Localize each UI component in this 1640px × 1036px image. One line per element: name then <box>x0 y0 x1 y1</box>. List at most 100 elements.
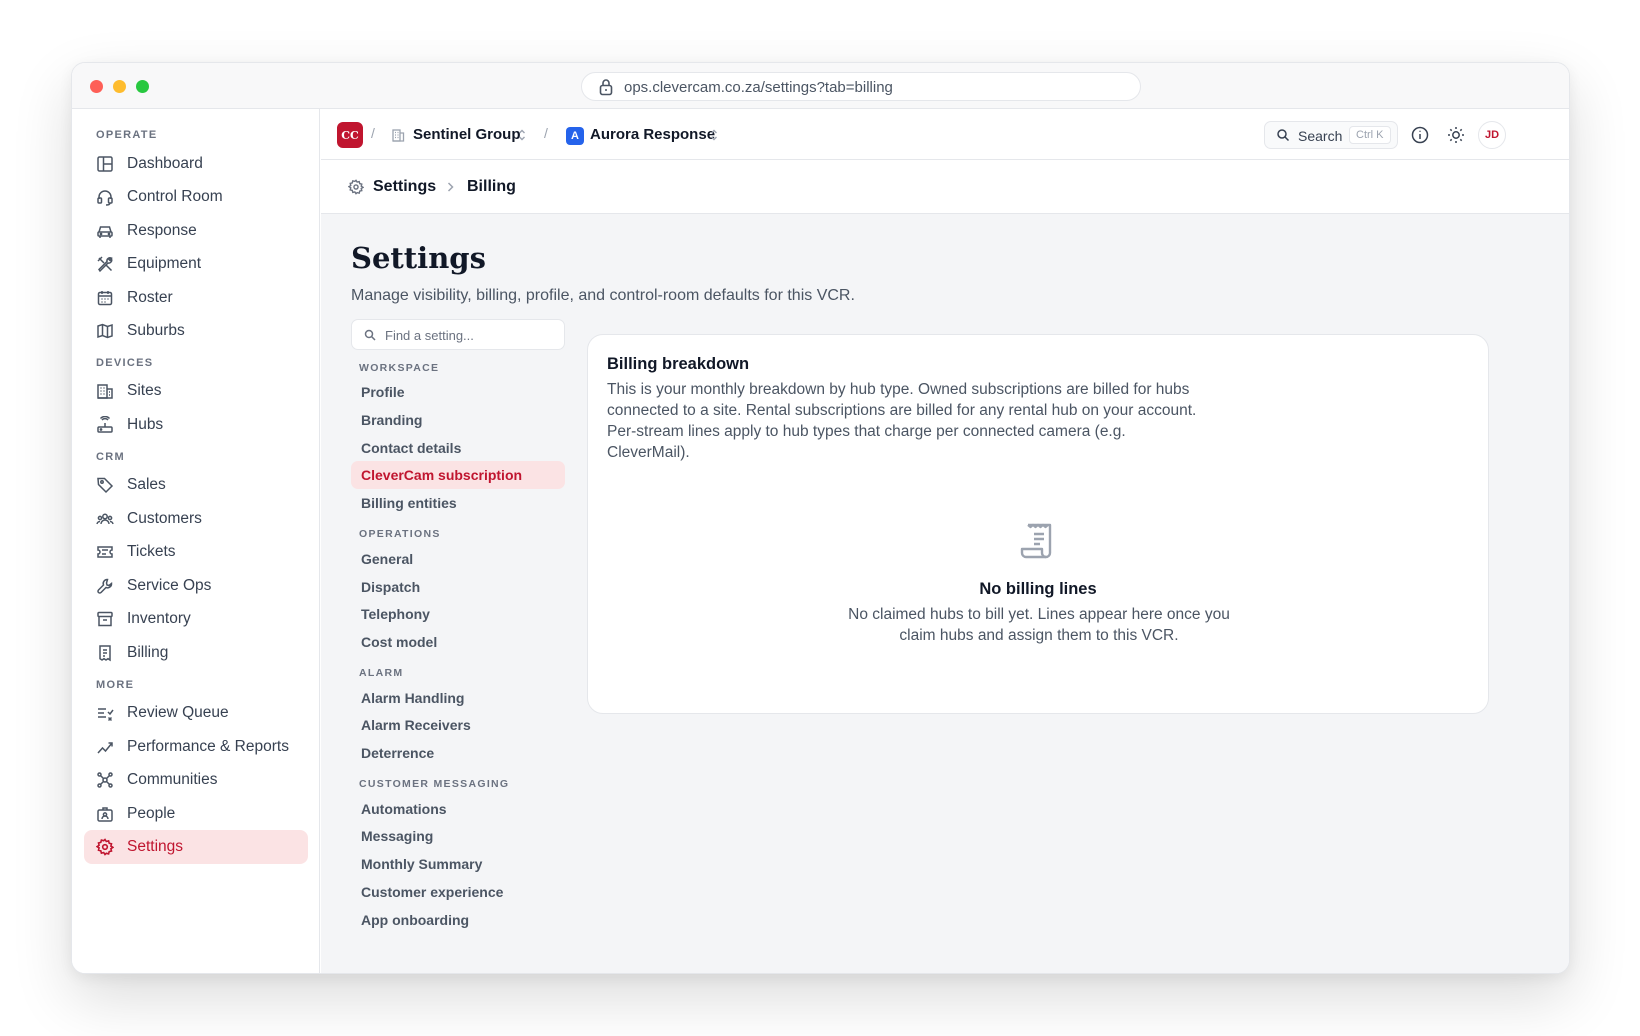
sidebar-item-equipment[interactable]: Equipment <box>84 247 308 281</box>
sidebar-item-sales[interactable]: Sales <box>84 468 308 502</box>
settings-item-branding[interactable]: Branding <box>351 406 565 434</box>
settings-item-messaging[interactable]: Messaging <box>351 822 565 850</box>
browser-window: ops.clevercam.co.za/settings?tab=billing… <box>71 62 1570 974</box>
main-content: CC / Sentinel Group / A Aurora Response … <box>321 109 1569 973</box>
settings-item-label: Billing entities <box>361 495 457 511</box>
breadcrumb-settings-link[interactable]: Settings <box>373 178 436 196</box>
sidebar-item-label: Inventory <box>127 610 191 627</box>
sidebar-item-response[interactable]: Response <box>84 214 308 248</box>
address-bar[interactable]: ops.clevercam.co.za/settings?tab=billing <box>581 72 1141 101</box>
sidebar-item-tickets[interactable]: Tickets <box>84 535 308 569</box>
settings-section-title: CUSTOMER MESSAGING <box>359 778 510 790</box>
user-avatar[interactable]: JD <box>1478 121 1506 149</box>
sidebar-item-review-queue[interactable]: Review Queue <box>84 696 308 730</box>
settings-item-billing-entities[interactable]: Billing entities <box>351 489 565 517</box>
receipt-icon <box>1020 523 1052 559</box>
ticket-icon <box>97 546 113 558</box>
sidebar-item-label: People <box>127 805 176 822</box>
sidebar-item-people[interactable]: People <box>84 797 308 831</box>
sidebar-item-customers[interactable]: Customers <box>84 502 308 536</box>
chevron-up-down-icon <box>519 129 525 141</box>
sidebar-item-label: Hubs <box>127 416 164 433</box>
settings-item-label: Profile <box>361 384 405 400</box>
sidebar-item-label: Service Ops <box>127 577 212 594</box>
lock-icon <box>599 79 613 96</box>
settings-item-alarm-receivers[interactable]: Alarm Receivers <box>351 711 565 739</box>
breadcrumb-separator: / <box>371 125 375 141</box>
settings-item-telephony[interactable]: Telephony <box>351 600 565 628</box>
vcr-badge: A <box>566 127 584 145</box>
breadcrumb-current: Billing <box>467 178 516 195</box>
settings-item-dispatch[interactable]: Dispatch <box>351 573 565 601</box>
settings-search-input[interactable] <box>385 325 555 345</box>
sidebar-item-label: Billing <box>127 644 169 661</box>
sidebar: OPERATE Dashboard Control Room Response … <box>72 109 320 973</box>
sidebar-item-sites[interactable]: Sites <box>84 374 308 408</box>
sidebar-section-title: CRM <box>96 451 125 463</box>
sidebar-section-title: OPERATE <box>96 129 158 141</box>
settings-search[interactable] <box>351 319 565 350</box>
settings-item-clevercam-subscription[interactable]: CleverCam subscription <box>351 461 565 489</box>
settings-item-general[interactable]: General <box>351 545 565 573</box>
sidebar-item-inventory[interactable]: Inventory <box>84 602 308 636</box>
search-icon <box>364 329 376 341</box>
url-text: ops.clevercam.co.za/settings?tab=billing <box>624 79 893 96</box>
chart-line-icon <box>97 742 113 754</box>
breadcrumb: Settings Billing <box>321 160 1569 214</box>
org-logo[interactable]: CC <box>337 122 363 148</box>
settings-item-label: General <box>361 551 414 567</box>
settings-item-cost-model[interactable]: Cost model <box>351 628 565 656</box>
settings-item-alarm-handling[interactable]: Alarm Handling <box>351 684 565 712</box>
sidebar-item-billing[interactable]: Billing <box>84 636 308 670</box>
close-window-button[interactable] <box>90 80 103 93</box>
sidebar-item-service-ops[interactable]: Service Ops <box>84 569 308 603</box>
sidebar-item-settings[interactable]: Settings <box>84 830 308 864</box>
page-subtitle: Manage visibility, billing, profile, and… <box>351 287 855 304</box>
sidebar-item-performance-reports[interactable]: Performance & Reports <box>84 730 308 764</box>
sidebar-section-title: MORE <box>96 679 135 691</box>
sidebar-item-control-room[interactable]: Control Room <box>84 180 308 214</box>
sidebar-item-suburbs[interactable]: Suburbs <box>84 314 308 348</box>
minimize-window-button[interactable] <box>113 80 126 93</box>
settings-item-profile[interactable]: Profile <box>351 378 565 406</box>
settings-item-label: Branding <box>361 412 423 428</box>
settings-item-automations[interactable]: Automations <box>351 795 565 823</box>
settings-item-label: Monthly Summary <box>361 856 483 872</box>
sidebar-item-hubs[interactable]: Hubs <box>84 408 308 442</box>
sidebar-item-communities[interactable]: Communities <box>84 763 308 797</box>
card-title: Billing breakdown <box>607 355 750 373</box>
sidebar-item-label: Communities <box>127 771 218 788</box>
card-description: This is your monthly breakdown by hub ty… <box>607 381 1197 461</box>
settings-item-label: Alarm Handling <box>361 690 465 706</box>
sidebar-section-title: DEVICES <box>96 357 154 369</box>
tools-icon <box>97 256 114 273</box>
sidebar-item-label: Roster <box>127 289 173 306</box>
settings-item-monthly-summary[interactable]: Monthly Summary <box>351 850 565 878</box>
settings-item-customer-experience[interactable]: Customer experience <box>351 878 565 906</box>
settings-item-label: Cost model <box>361 634 438 650</box>
id-badge-icon <box>97 807 113 822</box>
maximize-window-button[interactable] <box>136 80 149 93</box>
headset-icon <box>97 190 113 206</box>
settings-item-deterrence[interactable]: Deterrence <box>351 739 565 767</box>
dashboard-icon <box>97 156 113 172</box>
info-icon[interactable] <box>1410 125 1430 145</box>
chevron-up-down-icon <box>711 129 717 141</box>
settings-section-title: ALARM <box>359 667 404 679</box>
chevron-right-icon <box>447 182 454 192</box>
org-name: Sentinel Group <box>413 126 521 143</box>
sidebar-item-label: Control Room <box>127 188 223 205</box>
sidebar-item-label: Tickets <box>127 543 176 560</box>
sun-icon[interactable] <box>1446 125 1466 145</box>
sidebar-item-roster[interactable]: Roster <box>84 281 308 315</box>
search-button[interactable]: Search Ctrl K <box>1264 121 1398 149</box>
settings-item-contact-details[interactable]: Contact details <box>351 434 565 462</box>
sidebar-item-label: Dashboard <box>127 155 203 172</box>
map-icon <box>97 323 113 339</box>
search-shortcut: Ctrl K <box>1349 126 1391 144</box>
sidebar-item-label: Customers <box>127 510 202 527</box>
page-title: Settings <box>351 241 486 275</box>
router-icon <box>97 416 113 433</box>
sidebar-item-dashboard[interactable]: Dashboard <box>84 147 308 181</box>
settings-item-app-onboarding[interactable]: App onboarding <box>351 906 565 934</box>
